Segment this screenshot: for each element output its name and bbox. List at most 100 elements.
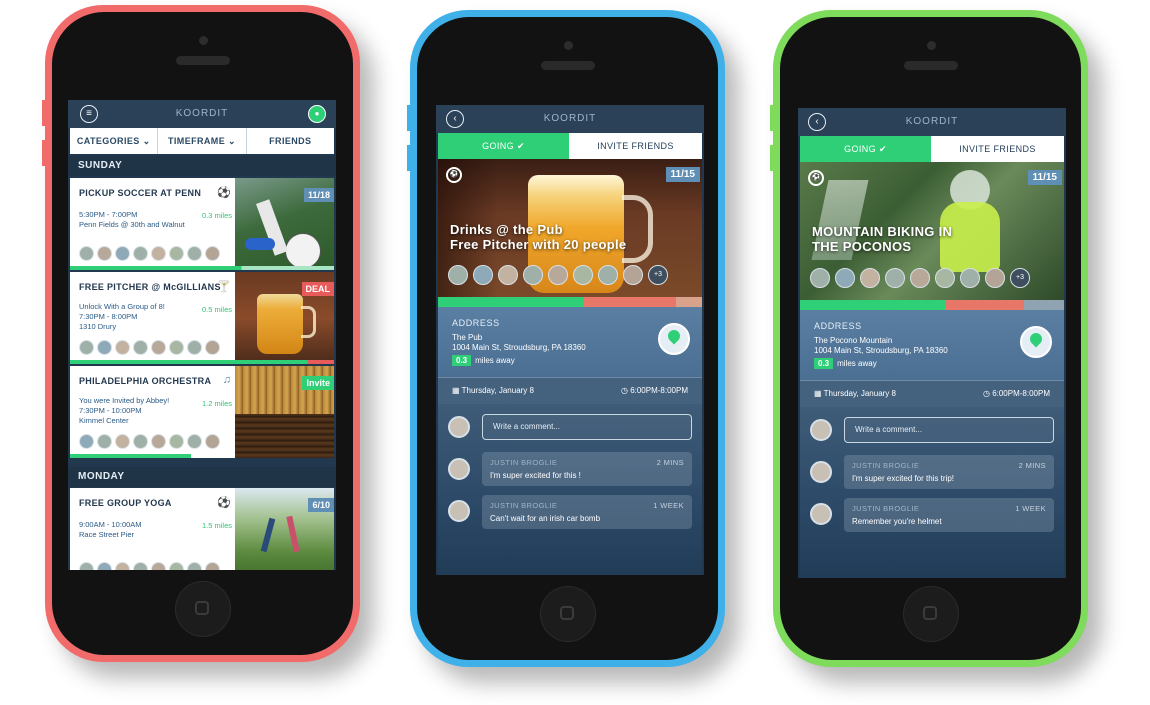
day-header: SUNDAY	[68, 156, 336, 176]
app-title: KOORDIT	[905, 116, 959, 127]
friends-filter[interactable]: FRIENDS	[247, 128, 334, 154]
comment-text: I'm super excited for this !	[490, 471, 581, 480]
rsvp-tabs: GOING ✔ INVITE FRIENDS	[438, 133, 702, 159]
avatar	[79, 340, 94, 355]
event-time: ◷ 6:00PM-8:00PM	[982, 389, 1050, 398]
street-address: 1004 Main St, Stroudsburg, PA 18360	[452, 343, 586, 352]
address-label: ADDRESS	[814, 321, 862, 331]
comment-author: JUSTIN BROGLIE	[490, 501, 558, 510]
avatar	[151, 434, 166, 449]
avatar	[115, 562, 130, 570]
map-pin-button[interactable]	[658, 323, 690, 355]
event-badge: Invite	[302, 376, 334, 390]
commenter-avatar	[448, 500, 470, 522]
avatar	[860, 268, 880, 288]
day-header: MONDAY	[68, 467, 336, 487]
avatar	[187, 562, 202, 570]
event-card[interactable]: PHILADELPHIA ORCHESTRA ♫ You were Invite…	[70, 366, 334, 458]
event-distance: 1.5 miles	[201, 521, 232, 530]
event-details: Unlock With a Group of 8! 7:30PM - 8:00PM…	[79, 302, 165, 331]
comment-input[interactable]: Write a comment...	[482, 414, 692, 440]
progress-bar	[70, 360, 334, 364]
invite-friends-tab[interactable]: INVITE FRIENDS	[931, 136, 1064, 162]
avatar	[115, 434, 130, 449]
calendar-icon: ▦	[814, 389, 824, 398]
commenter-avatar	[810, 503, 832, 525]
attendee-avatars	[79, 562, 220, 570]
address-panel: ADDRESS The Pocono Mountain 1004 Main St…	[800, 310, 1064, 380]
event-title-line2: THE POCONOS	[812, 239, 912, 254]
home-button	[902, 586, 959, 642]
avatar	[548, 265, 568, 285]
app-title: KOORDIT	[175, 108, 229, 119]
invite-friends-tab[interactable]: INVITE FRIENDS	[569, 133, 702, 159]
going-tab[interactable]: GOING ✔	[438, 133, 569, 159]
avatar	[205, 434, 220, 449]
phone-red: ≡ KOORDIT ● CATEGORIES ⌄ TIMEFRAME ⌄ FRI…	[42, 5, 360, 662]
event-card[interactable]: PICKUP SOCCER AT PENN ⚽ 5:30PM - 7:00PM P…	[70, 178, 334, 270]
event-details: You were Invited by Abbey! 7:30PM - 10:00…	[79, 396, 170, 425]
avatar	[151, 246, 166, 261]
event-title: FREE PITCHER @ McGILLIANS	[79, 282, 221, 292]
event-badge: 11/18	[303, 188, 334, 202]
avatar	[97, 340, 112, 355]
map-pin-icon[interactable]: ●	[308, 105, 326, 123]
avatar	[79, 562, 94, 570]
avatar	[623, 265, 643, 285]
soccer-ball-icon: ⚽	[808, 170, 824, 186]
avatar	[910, 268, 930, 288]
comment-author: JUSTIN BROGLIE	[852, 504, 920, 513]
comment-time: 1 WEEK	[1015, 504, 1046, 513]
avatar	[169, 434, 184, 449]
event-badge: 6/10	[308, 498, 334, 512]
categories-filter[interactable]: CATEGORIES ⌄	[70, 128, 159, 154]
event-card[interactable]: FREE PITCHER @ McGILLIANS 🍸 Unlock With …	[70, 272, 334, 364]
event-card[interactable]: FREE GROUP YOGA ⚽ 9:00AM - 10:00AM Race S…	[70, 488, 334, 570]
date-time-row: ▦ Thursday, January 8 ◷ 6:00PM-8:00PM	[800, 380, 1064, 408]
phone-green: ‹ KOORDIT GOING ✔ INVITE FRIENDS ⚽ 11/15…	[770, 10, 1088, 667]
avatar	[133, 434, 148, 449]
avatar	[187, 434, 202, 449]
soccer-ball-icon: ⚽	[446, 167, 462, 183]
speaker-grille	[175, 56, 230, 65]
avatar	[187, 340, 202, 355]
comment-author: JUSTIN BROGLIE	[490, 458, 558, 467]
attendee-avatars	[79, 340, 220, 355]
venue-name: The Pub	[452, 333, 483, 342]
detail-screen: ‹ KOORDIT GOING ✔ INVITE FRIENDS ⚽ 11/15…	[436, 105, 704, 575]
avatar	[960, 268, 980, 288]
speaker-grille	[903, 61, 958, 70]
clock-icon: ◷	[620, 386, 631, 395]
event-title-line1: MOUNTAIN BIKING IN	[812, 224, 953, 239]
comment-text: I'm super excited for this trip!	[852, 474, 955, 483]
soccer-ball-icon: ⚽	[217, 497, 231, 509]
going-tab[interactable]: GOING ✔	[800, 136, 931, 162]
event-title-line1: Drinks @ the Pub	[450, 222, 563, 237]
app-bar: ‹ KOORDIT	[436, 105, 704, 133]
event-title-line2: Free Pitcher with 20 people	[450, 237, 627, 252]
avatar	[498, 265, 518, 285]
comment-input[interactable]: Write a comment...	[844, 417, 1054, 443]
rsvp-tabs: GOING ✔ INVITE FRIENDS	[800, 136, 1064, 162]
event-details: 5:30PM - 7:00PM Penn Fields @ 30th and Wa…	[79, 210, 185, 229]
event-date: ▦ Thursday, January 8	[452, 386, 534, 395]
commenter-avatar	[810, 461, 832, 483]
avatar	[151, 340, 166, 355]
timeframe-filter[interactable]: TIMEFRAME ⌄	[158, 128, 247, 154]
event-title: FREE GROUP YOGA	[79, 498, 172, 508]
event-hero-image: ⚽ 11/15 MOUNTAIN BIKING IN THE POCONOS +…	[800, 162, 1064, 300]
avatar	[598, 265, 618, 285]
calendar-icon: ▦	[452, 386, 462, 395]
avatar	[115, 246, 130, 261]
more-attendees[interactable]: +3	[648, 265, 668, 285]
map-pin-button[interactable]	[1020, 326, 1052, 358]
event-distance: 0.3 miles	[201, 211, 232, 220]
soccer-ball-icon: ⚽	[217, 187, 231, 199]
venue-name: The Pocono Mountain	[814, 336, 893, 345]
attendee-avatars: +3	[448, 265, 668, 285]
avatar	[133, 562, 148, 570]
more-attendees[interactable]: +3	[1010, 268, 1030, 288]
user-avatar	[448, 416, 470, 438]
avatar	[133, 340, 148, 355]
avatar	[79, 434, 94, 449]
